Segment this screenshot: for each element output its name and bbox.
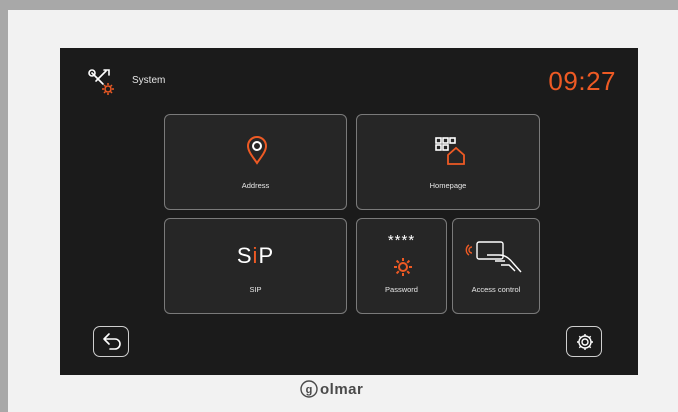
sip-label: SIP	[249, 285, 262, 294]
password-tile[interactable]: **** Password	[356, 218, 447, 314]
sip-logo-p: P	[258, 243, 275, 268]
password-label: Password	[385, 285, 418, 294]
screen	[60, 48, 638, 375]
page-title: System	[132, 75, 166, 86]
sip-logo: SiP	[165, 243, 346, 269]
clock: 09:27	[548, 66, 616, 96]
access-control-tile[interactable]: Access control	[452, 218, 540, 314]
access-control-label: Access control	[471, 285, 521, 294]
password-gear-icon	[394, 258, 412, 276]
brand-logo-mark: g	[300, 380, 318, 398]
sip-logo-s: S	[236, 243, 253, 268]
home-grid-icon	[435, 137, 465, 165]
system-tools-icon	[88, 69, 114, 95]
location-pin-icon	[246, 136, 268, 165]
homepage-tile[interactable]: Homepage	[356, 114, 540, 210]
homepage-label: Homepage	[429, 181, 467, 190]
card-reader-icon	[465, 241, 522, 273]
back-arrow-icon	[103, 333, 121, 350]
password-stars: ****	[387, 232, 416, 249]
settings-gear-icon	[577, 334, 593, 350]
back-button[interactable]	[93, 326, 129, 357]
address-tile[interactable]: Address	[164, 114, 347, 210]
brand-name: olmar	[320, 381, 364, 398]
settings-button[interactable]	[566, 326, 602, 357]
sip-tile[interactable]: SiP SIP	[164, 218, 347, 314]
brand-initial: g	[306, 384, 313, 396]
address-label: Address	[241, 181, 270, 190]
